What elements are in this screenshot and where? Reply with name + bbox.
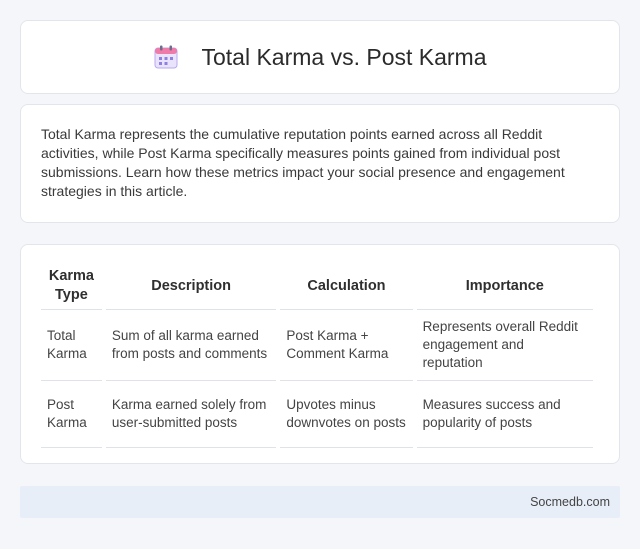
table-header-row: Karma Type Description Calculation Impor… [41,263,593,310]
table-cell: Sum of all karma earned from posts and c… [105,310,277,381]
table-cell: Total Karma [41,310,102,381]
title-card: Total Karma vs. Post Karma [20,20,620,94]
table-cell: Upvotes minus downvotes on posts [280,381,413,448]
footer: Socmedb.com [20,486,620,518]
table-cell: Post Karma + Comment Karma [280,310,413,381]
table-cell: Measures success and popularity of posts [416,381,593,448]
table-card: Karma Type Description Calculation Impor… [20,244,620,464]
column-header: Calculation [280,263,413,310]
table-cell: Karma earned solely from user-submitted … [105,381,277,448]
column-header: Description [105,263,277,310]
intro-text: Total Karma represents the cumulative re… [41,126,565,199]
karma-table: Karma Type Description Calculation Impor… [37,263,597,448]
column-header: Karma Type [41,263,102,310]
page-title: Total Karma vs. Post Karma [201,43,487,70]
table-row: Post Karma Karma earned solely from user… [41,381,593,448]
table-cell: Represents overall Reddit engagement and… [416,310,593,381]
table-cell: Post Karma [41,381,102,448]
table-row: Total Karma Sum of all karma earned from… [41,310,593,381]
footer-brand: Socmedb.com [530,495,610,509]
column-header: Importance [416,263,593,310]
intro-card: Total Karma represents the cumulative re… [20,104,620,223]
calendar-icon [153,44,179,70]
